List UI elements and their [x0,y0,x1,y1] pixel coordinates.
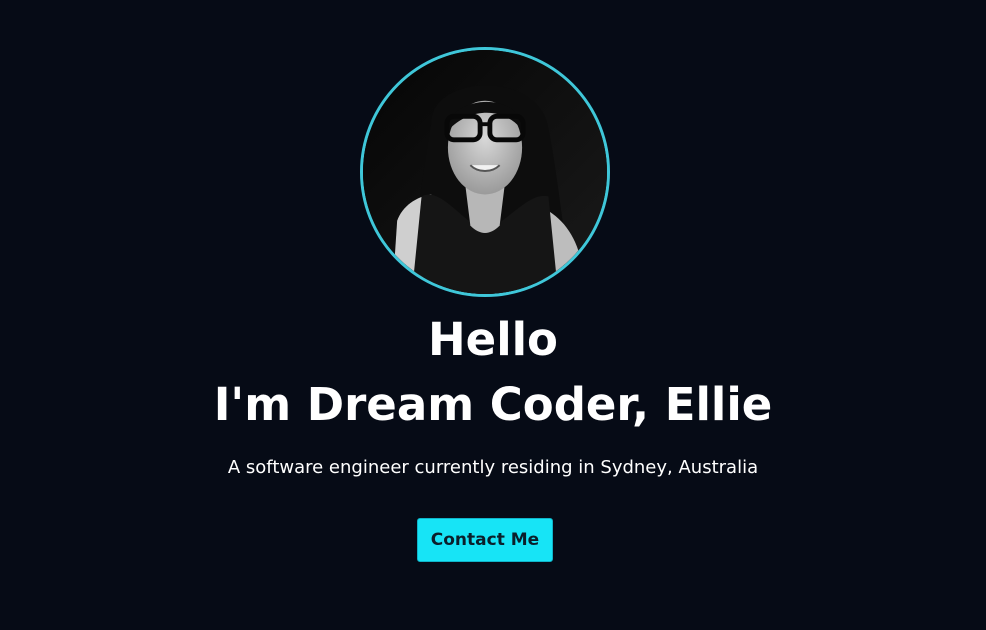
profile-avatar [360,47,610,297]
intro-tagline: A software engineer currently residing i… [227,457,759,478]
profile-photo [363,50,607,294]
greeting-heading: Hello [428,313,558,366]
intro-headline: I'm Dream Coder, Ellie [213,378,773,431]
hero-section: Hello I'm Dream Coder, Ellie A software … [0,0,986,630]
contact-me-button[interactable]: Contact Me [417,518,553,562]
